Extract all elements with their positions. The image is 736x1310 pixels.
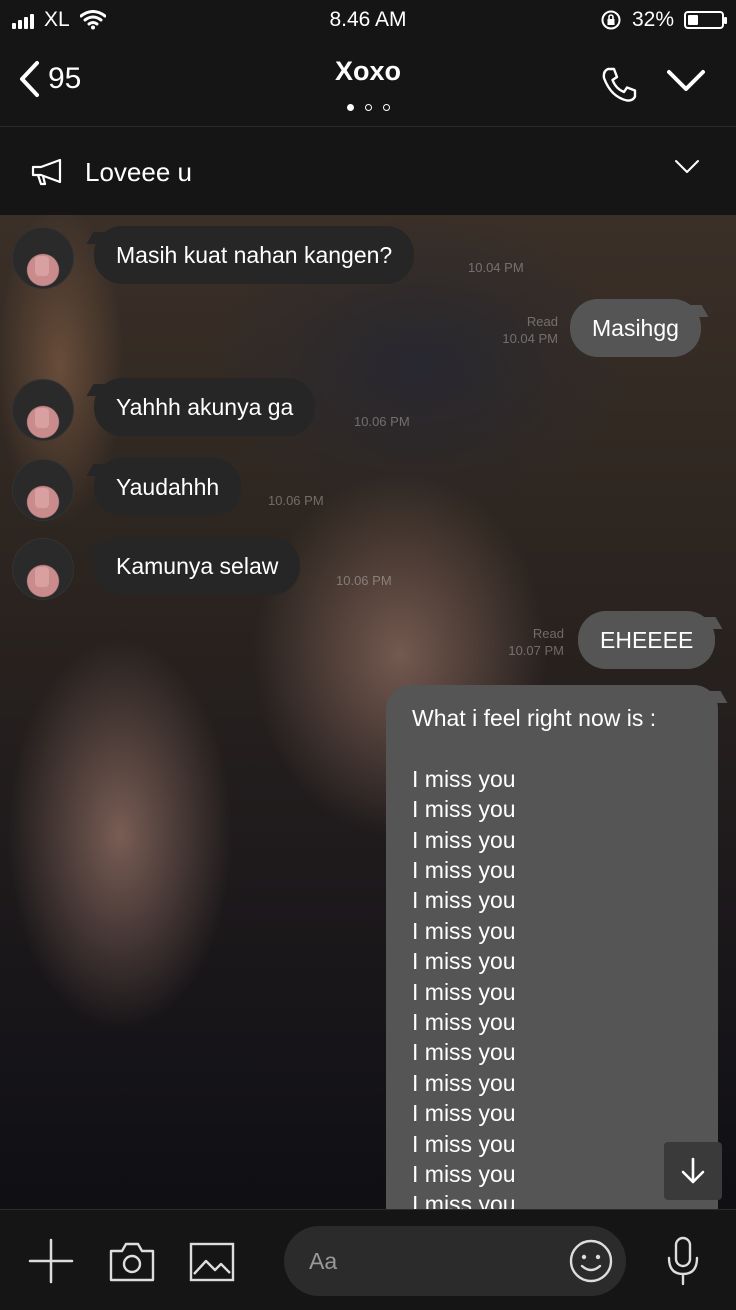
avatar[interactable] (12, 459, 74, 521)
message-text: Masihgg (592, 315, 679, 341)
message-text: EHEEEE (600, 627, 694, 653)
camera-icon[interactable] (108, 1241, 156, 1283)
message-line: I miss you (412, 1069, 516, 1096)
message-time: 10.06 PM (336, 573, 392, 588)
arrow-down-icon (681, 1157, 705, 1184)
scroll-to-bottom-button[interactable] (664, 1142, 722, 1200)
avatar[interactable] (12, 379, 74, 441)
message-bubble[interactable]: Yahhh akunya ga (86, 378, 316, 436)
battery-percent: 32% (631, 8, 674, 31)
long-message-bubble[interactable]: What i feel right now is : I miss you I m… (386, 685, 728, 1209)
read-receipt: Read (526, 314, 558, 329)
composer-bar: Aa (0, 1209, 736, 1310)
battery-icon (684, 11, 727, 29)
status-bar: XL 8.46 AM 32% (0, 0, 736, 40)
message-meta: Read 10.04 PM (470, 313, 558, 347)
message-bubble[interactable]: Masih kuat nahan kangen? (86, 226, 415, 284)
message-line: I miss you (412, 1191, 516, 1209)
message-line: I miss you (412, 948, 516, 975)
message-line: I miss you (412, 1039, 516, 1066)
message-bubble[interactable]: Kamunya selaw (86, 537, 301, 595)
chevron-down-icon[interactable] (674, 159, 700, 175)
chat-area[interactable]: Masih kuat nahan kangen? 10.04 PM Read 1… (0, 215, 736, 1209)
message-time: 10.04 PM (502, 331, 558, 346)
megaphone-icon (31, 158, 62, 186)
read-receipt: Read (532, 626, 564, 641)
announcement-text: Loveee u (85, 157, 192, 187)
message-text: What i feel right now is : (412, 705, 657, 731)
message-line: I miss you (412, 1161, 516, 1188)
message-line: I miss you (412, 857, 516, 884)
message-line: I miss you (412, 1100, 516, 1127)
message-line: I miss you (412, 1009, 516, 1036)
page-indicator (0, 104, 736, 111)
message-text: Kamunya selaw (116, 553, 279, 579)
message-line: I miss you (412, 887, 516, 914)
chevron-down-icon[interactable] (666, 68, 706, 94)
message-line: I miss you (412, 796, 516, 823)
message-time: 10.07 PM (508, 643, 564, 658)
page-dot[interactable] (346, 104, 354, 111)
plus-icon[interactable] (28, 1238, 74, 1284)
input-placeholder: Aa (309, 1248, 338, 1274)
message-meta: Read 10.07 PM (476, 625, 564, 659)
message-bubble[interactable]: Masihgg (570, 299, 709, 357)
message-bubble[interactable]: EHEEEE (578, 611, 723, 669)
image-icon[interactable] (188, 1241, 236, 1283)
message-time: 10.06 PM (354, 414, 410, 429)
message-line: I miss you (412, 826, 516, 853)
message-time: 10.06 PM (268, 493, 324, 508)
message-lines: I miss you I miss you I miss you I miss you… (412, 764, 692, 1209)
microphone-icon[interactable] (666, 1236, 700, 1286)
message-time: 10.04 PM (468, 260, 524, 275)
phone-icon[interactable] (600, 66, 638, 104)
message-line: I miss you (412, 917, 516, 944)
message-text: Yahhh akunya ga (116, 394, 294, 420)
message-text: Yaudahhh (116, 474, 220, 500)
message-line: I miss you (412, 1130, 516, 1157)
message-line: I miss you (412, 978, 516, 1005)
announcement-bar[interactable]: Loveee u (0, 127, 736, 215)
page-dot[interactable] (364, 104, 372, 111)
chat-header: 95 Xoxo (0, 40, 736, 127)
page-dot[interactable] (382, 104, 390, 111)
emoji-icon[interactable] (568, 1238, 614, 1284)
message-text: Masih kuat nahan kangen? (116, 242, 393, 268)
avatar[interactable] (12, 227, 74, 289)
message-input[interactable]: Aa (284, 1226, 626, 1296)
message-line: I miss you (412, 765, 516, 792)
rotation-lock-icon (601, 10, 621, 30)
message-bubble[interactable]: Yaudahhh (86, 458, 242, 516)
avatar[interactable] (12, 538, 74, 600)
